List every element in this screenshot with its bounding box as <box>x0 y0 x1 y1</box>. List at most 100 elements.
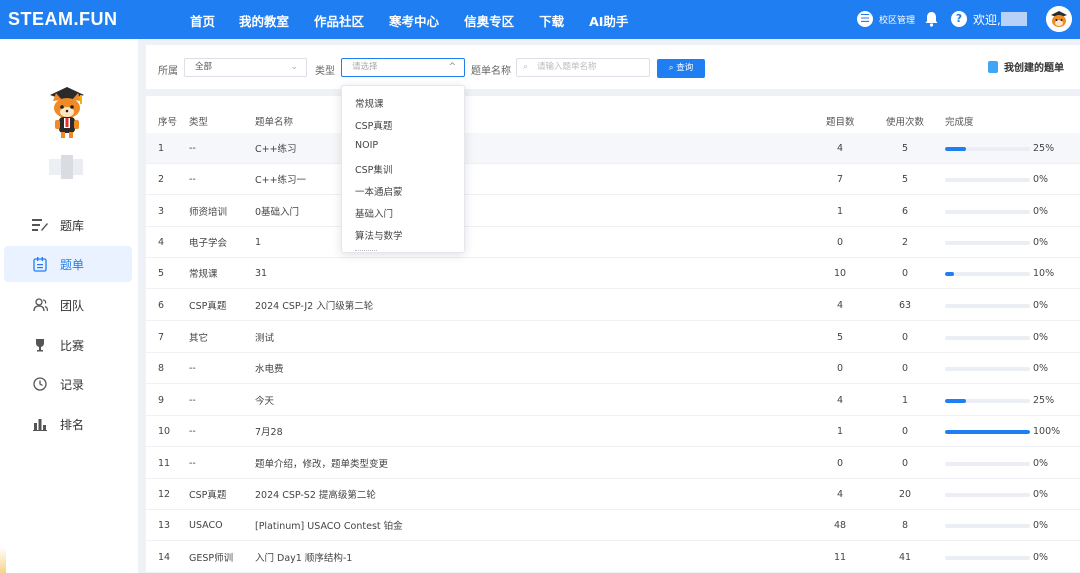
dropdown-option[interactable]: CSP集训 <box>355 162 392 176</box>
table-row[interactable]: 12 CSP真题 2024 CSP-S2 提高级第二轮 4 20 0% <box>146 479 1080 510</box>
cell-question-count: 0 <box>836 236 844 248</box>
cell-use-count: 41 <box>898 551 912 563</box>
cell-progress-percent: 0% <box>1033 488 1049 500</box>
table-row[interactable]: 2 -- C++练习一 7 5 0% <box>146 164 1080 195</box>
query-button-label: 查询 <box>676 63 694 73</box>
progress-bar <box>945 430 1030 434</box>
table-row[interactable]: 6 CSP真题 2024 CSP-J2 入门级第二轮 4 63 0% <box>146 290 1080 321</box>
nav-my-classroom[interactable]: 我的教室 <box>239 11 289 30</box>
user-avatar[interactable] <box>1046 6 1072 32</box>
cell-question-count: 10 <box>833 267 847 279</box>
nav-community[interactable]: 作品社区 <box>314 11 364 30</box>
belong-select-value: 全部 <box>195 62 213 72</box>
table-row[interactable]: 5 常规课 31 10 0 10% <box>146 258 1080 289</box>
table-row[interactable]: 13 USACO [Platinum] USACO Contest 铂金 48 8 0% <box>146 510 1080 541</box>
type-select[interactable]: 请选择 ^ <box>341 58 465 77</box>
sidebar-edge-decoration <box>0 547 6 573</box>
nav-download[interactable]: 下载 <box>539 11 564 30</box>
cell-no: 7 <box>158 331 165 343</box>
dropdown-more-indicator <box>355 250 377 252</box>
progress-bar <box>945 147 1030 151</box>
belong-select[interactable]: 全部 ⌄ <box>184 58 307 77</box>
dropdown-option[interactable]: CSP真题 <box>355 118 392 132</box>
cell-name: [Platinum] USACO Contest 铂金 <box>255 521 403 532</box>
cell-no: 2 <box>158 173 165 185</box>
nav-ai-assistant[interactable]: AI助手 <box>589 11 628 30</box>
cell-no: 4 <box>158 236 165 248</box>
cell-use-count: 0 <box>901 267 909 279</box>
progress-bar <box>945 399 1030 403</box>
progress-bar <box>945 210 1030 214</box>
cell-progress-percent: 0% <box>1033 173 1049 185</box>
cell-name: 2024 CSP-J2 入门级第二轮 <box>255 301 374 312</box>
trophy-icon <box>32 337 48 353</box>
campus-icon[interactable]: ☰ <box>857 11 873 27</box>
table-row[interactable]: 1 -- C++练习 4 5 25% <box>146 133 1080 164</box>
cell-name: 入门 Day1 顺序结构-1 <box>255 553 353 564</box>
app-logo[interactable]: STEAM.FUN <box>8 9 118 30</box>
type-label: 类型 <box>315 66 335 77</box>
my-created-lists-link[interactable]: 我创建的题单 <box>988 59 1064 74</box>
progress-bar <box>945 272 1030 276</box>
table-row[interactable]: 4 电子学会 1 0 2 0% <box>146 227 1080 258</box>
dropdown-option[interactable]: 基础入门 <box>355 206 393 220</box>
progress-bar <box>945 241 1030 245</box>
campus-manage-link[interactable]: 校区管理 <box>879 13 915 26</box>
sidebar-item-records[interactable]: 记录 <box>4 366 132 402</box>
table-row[interactable]: 11 -- 题单介绍，修改，题单类型变更 0 0 0% <box>146 448 1080 479</box>
table-row[interactable]: 8 -- 水电费 0 0 0% <box>146 353 1080 384</box>
list-name-label: 题单名称 <box>471 66 511 77</box>
sidebar-item-ranking[interactable]: 排名 <box>4 406 132 442</box>
list-name-placeholder: 请输入题单名称 <box>537 62 597 72</box>
cell-use-count: 0 <box>901 331 909 343</box>
dropdown-option[interactable]: NOIP <box>355 140 378 151</box>
cell-type: 常规课 <box>189 269 218 280</box>
cell-progress-percent: 100% <box>1033 425 1061 437</box>
nav-exam-center[interactable]: 寒考中心 <box>389 11 439 30</box>
top-navbar: STEAM.FUN 首页 我的教室 作品社区 寒考中心 信奥专区 下载 AI助手… <box>0 0 1080 39</box>
cell-name: 0基础入门 <box>255 207 300 218</box>
cell-progress-percent: 25% <box>1033 142 1055 154</box>
sidebar-item-team[interactable]: 团队 <box>4 287 132 323</box>
table-row[interactable]: 9 -- 今天 4 1 25% <box>146 385 1080 416</box>
dropdown-option[interactable]: 一本通启蒙 <box>355 184 403 198</box>
bell-icon[interactable] <box>924 11 939 27</box>
document-icon <box>988 60 998 73</box>
cell-progress-percent: 10% <box>1033 267 1055 279</box>
cell-name: 测试 <box>255 333 275 344</box>
help-icon[interactable]: ? <box>951 11 967 27</box>
nav-home[interactable]: 首页 <box>190 11 215 30</box>
chevron-up-icon: ^ <box>448 62 456 72</box>
cell-use-count: 6 <box>901 205 909 217</box>
cell-no: 8 <box>158 362 165 374</box>
dropdown-option[interactable]: 算法与数学 <box>355 228 403 242</box>
query-button[interactable]: ⌕ 查询 <box>657 59 705 78</box>
progress-bar <box>945 524 1030 528</box>
table-row[interactable]: 14 GESP师训 入门 Day1 顺序结构-1 11 41 0% <box>146 542 1080 573</box>
cell-use-count: 0 <box>901 457 909 469</box>
sidebar-item-question-bank[interactable]: 题库 <box>4 207 132 243</box>
nav-olympiad[interactable]: 信奥专区 <box>464 11 514 30</box>
cell-use-count: 20 <box>898 488 912 500</box>
table-row[interactable]: 10 -- 7月28 1 0 100% <box>146 416 1080 447</box>
belong-label: 所属 <box>158 66 178 77</box>
cell-no: 12 <box>158 488 171 500</box>
cell-question-count: 7 <box>836 173 844 185</box>
progress-bar <box>945 336 1030 340</box>
cell-question-count: 5 <box>836 331 844 343</box>
sidebar-item-problem-list[interactable]: 题单 <box>4 246 132 282</box>
table-row[interactable]: 3 师资培训 0基础入门 1 6 0% <box>146 196 1080 227</box>
cell-no: 1 <box>158 142 165 154</box>
cell-type: -- <box>189 425 196 437</box>
cell-no: 5 <box>158 267 165 279</box>
table-row[interactable]: 7 其它 测试 5 0 0% <box>146 322 1080 353</box>
cell-type: USACO <box>189 519 223 531</box>
progress-bar-fill <box>945 147 967 151</box>
sidebar-item-contest[interactable]: 比赛 <box>4 327 132 363</box>
dropdown-option[interactable]: 常规课 <box>355 96 384 110</box>
cell-question-count: 4 <box>836 142 844 154</box>
cell-progress-percent: 25% <box>1033 394 1055 406</box>
list-name-input[interactable]: ⌕ 请输入题单名称 <box>516 58 650 77</box>
cell-question-count: 0 <box>836 362 844 374</box>
type-dropdown: 常规课 CSP真题 NOIP CSP集训 一本通启蒙 基础入门 算法与数学 <box>341 85 465 253</box>
